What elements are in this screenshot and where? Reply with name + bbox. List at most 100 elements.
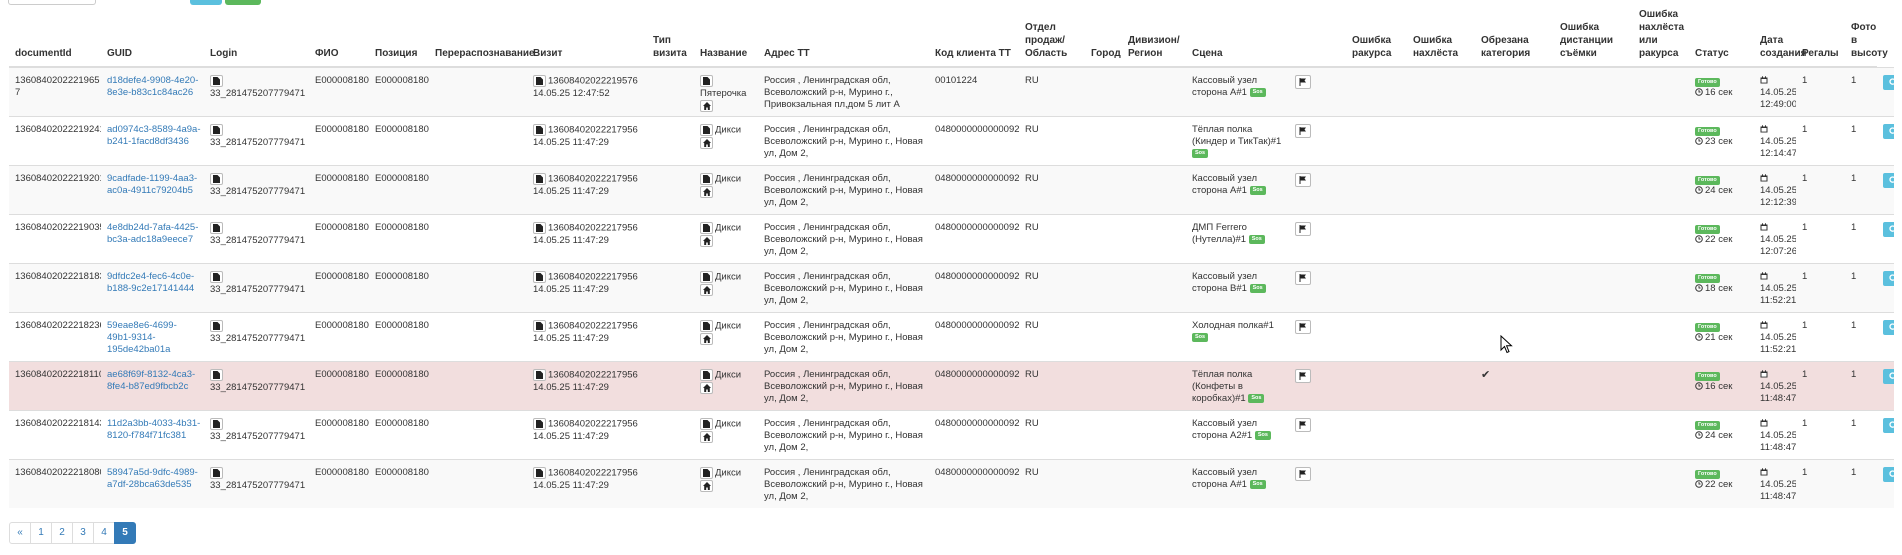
file-icon[interactable] — [533, 320, 546, 333]
col-status[interactable]: Статус — [1689, 8, 1754, 68]
col-photos-height[interactable]: Фото в высоту — [1845, 8, 1888, 68]
col-document-id[interactable]: documentId — [9, 8, 101, 68]
file-icon[interactable] — [210, 75, 223, 87]
flag-icon[interactable] — [1295, 320, 1311, 335]
file-icon[interactable] — [210, 271, 223, 284]
file-icon[interactable] — [533, 271, 546, 284]
guid-link[interactable]: 59eae8e6-4699-49b1-9314-195de42ba01a — [107, 320, 177, 355]
guid-link[interactable]: ae68f69f-8132-4ca3-8fe4-b87ed9fbcb2c — [107, 369, 195, 392]
file-icon[interactable] — [533, 75, 546, 87]
col-guid[interactable]: GUID — [101, 8, 204, 68]
flag-icon[interactable] — [1295, 467, 1311, 482]
file-icon[interactable] — [533, 418, 546, 431]
flag-icon[interactable] — [1295, 75, 1311, 89]
home-icon[interactable] — [700, 99, 713, 112]
col-position[interactable]: Позиция — [369, 8, 429, 68]
flag-icon[interactable] — [1295, 418, 1311, 433]
col-visit[interactable]: Визит — [527, 8, 647, 68]
search-icon[interactable] — [1883, 74, 1894, 90]
col-category-cut[interactable]: Обрезана категория — [1475, 8, 1554, 68]
filter-input-stub[interactable] — [8, 0, 96, 5]
guid-link[interactable]: ad0974c3-8589-4a9a-b241-1facd8df3436 — [107, 124, 201, 147]
pagination-page[interactable]: 4 — [93, 522, 115, 544]
file-icon[interactable] — [533, 369, 546, 382]
home-icon[interactable] — [700, 430, 713, 443]
col-fio[interactable]: ФИО — [309, 8, 369, 68]
file-icon[interactable] — [700, 418, 713, 431]
col-visit-type[interactable]: Тип визита — [647, 8, 694, 68]
file-icon[interactable] — [210, 369, 223, 382]
file-icon[interactable] — [700, 124, 713, 137]
file-icon[interactable] — [210, 124, 223, 137]
file-icon[interactable] — [210, 467, 223, 480]
col-angle-error[interactable]: Ошибка ракурса — [1346, 8, 1407, 68]
pagination-page[interactable]: 1 — [30, 522, 52, 544]
col-scene[interactable]: Сцена — [1186, 8, 1289, 68]
col-name[interactable]: Название — [694, 8, 758, 68]
file-icon[interactable] — [700, 173, 713, 186]
pagination-prev[interactable]: « — [9, 522, 31, 544]
guid-link[interactable]: 9dfdc2e4-fec6-4c0e-b188-9c2e17141444 — [107, 271, 194, 294]
file-icon[interactable] — [533, 173, 546, 186]
table-row[interactable]: 13608402022218236 59eae8e6-4699-49b1-9314… — [9, 312, 1894, 362]
home-icon[interactable] — [700, 381, 713, 394]
home-icon[interactable] — [700, 283, 713, 296]
col-overlap-error[interactable]: Ошибка нахлёста — [1407, 8, 1475, 68]
file-icon[interactable] — [700, 320, 713, 333]
flag-icon[interactable] — [1295, 369, 1311, 384]
table-row[interactable]: 13608402022219201 9cadfade-1199-4aa3-ac0a… — [9, 165, 1894, 215]
search-icon[interactable] — [1883, 320, 1894, 336]
table-row[interactable]: 13608402022218080 58947a5d-9dfc-4989-a7df… — [9, 459, 1894, 509]
table-row[interactable]: 1360840202221965 7 d18defe4-9908-4e20-8e3… — [9, 66, 1894, 117]
file-icon[interactable] — [700, 467, 713, 480]
pagination-page[interactable]: 3 — [72, 522, 94, 544]
col-redistribution[interactable]: Перераспознавание — [429, 8, 535, 68]
flag-icon[interactable] — [1295, 271, 1311, 286]
file-icon[interactable] — [700, 271, 713, 284]
home-icon[interactable] — [700, 136, 713, 149]
file-icon[interactable] — [210, 173, 223, 186]
table-row[interactable]: 13608402022218183 9dfdc2e4-fec6-4c0e-b188… — [9, 263, 1894, 313]
guid-link[interactable]: d18defe4-9908-4e20-8e3e-b83c1c84ac26 — [107, 75, 198, 98]
col-shelves[interactable]: Регалы — [1796, 8, 1845, 68]
search-icon[interactable] — [1883, 173, 1894, 189]
export-button-stub[interactable] — [225, 0, 261, 5]
file-icon[interactable] — [210, 418, 223, 431]
guid-link[interactable]: 58947a5d-9dfc-4989-a7df-28bca63de535 — [107, 467, 198, 490]
table-row[interactable]: 13608402022219241 ad0974c3-8589-4a9a-b241… — [9, 116, 1894, 166]
pagination-page[interactable]: 2 — [51, 522, 73, 544]
file-icon[interactable] — [700, 222, 713, 235]
flag-icon[interactable] — [1295, 124, 1311, 139]
col-distance-error[interactable]: Ошибка дистанции съёмки — [1554, 8, 1633, 68]
file-icon[interactable] — [210, 222, 223, 235]
col-city[interactable]: Город — [1085, 8, 1122, 68]
file-icon[interactable] — [533, 222, 546, 235]
pagination-page-active[interactable]: 5 — [114, 522, 136, 544]
search-icon[interactable] — [1883, 124, 1894, 140]
filter-button-stub[interactable] — [190, 0, 222, 5]
file-icon[interactable] — [533, 124, 546, 137]
col-address[interactable]: Адрес ТТ — [758, 8, 929, 68]
table-row[interactable]: 13608402022219035 4e8db24d-7afa-4425-bc3a… — [9, 214, 1894, 264]
guid-link[interactable]: 9cadfade-1199-4aa3-ac0a-4911c79204b5 — [107, 173, 197, 196]
col-overlap-or-angle[interactable]: Ошибка нахлёста или ракурса — [1633, 8, 1689, 68]
file-icon[interactable] — [700, 75, 713, 87]
home-icon[interactable] — [700, 185, 713, 198]
home-icon[interactable] — [700, 332, 713, 345]
search-icon[interactable] — [1883, 369, 1894, 385]
file-icon[interactable] — [210, 320, 223, 333]
col-sales-dept[interactable]: Отдел продаж/ Область — [1019, 8, 1085, 68]
home-icon[interactable] — [700, 479, 713, 492]
col-created[interactable]: Дата создания — [1754, 8, 1806, 68]
search-icon[interactable] — [1883, 467, 1894, 483]
flag-icon[interactable] — [1295, 173, 1311, 188]
col-client-code[interactable]: Код клиента ТТ — [929, 8, 1019, 68]
flag-icon[interactable] — [1295, 222, 1311, 237]
home-icon[interactable] — [700, 234, 713, 247]
col-login[interactable]: Login — [204, 8, 309, 68]
file-icon[interactable] — [700, 369, 713, 382]
search-icon[interactable] — [1883, 222, 1894, 238]
guid-link[interactable]: 11d2a3bb-4033-4b31-8120-f784f71fc381 — [107, 418, 200, 441]
search-icon[interactable] — [1883, 271, 1894, 287]
table-row[interactable]: 13608402022218110 ae68f69f-8132-4ca3-8fe4… — [9, 361, 1894, 411]
